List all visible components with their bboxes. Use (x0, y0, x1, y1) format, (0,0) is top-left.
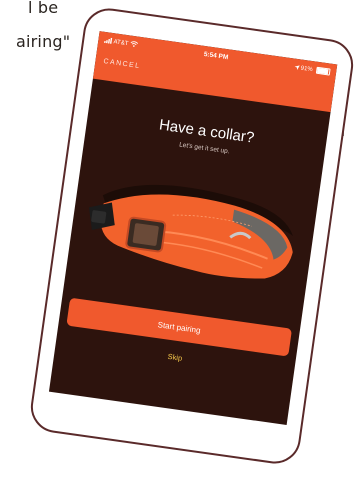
battery-icon (315, 66, 331, 76)
signal-icon (103, 38, 113, 45)
phone-device: AT&T 5:54 PM 91% CANCEL Have a collar? L… (27, 5, 356, 467)
background-text-line-1: l be (28, 0, 59, 17)
top-bar: AT&T 5:54 PM 91% CANCEL (92, 31, 338, 113)
phone-screen: AT&T 5:54 PM 91% CANCEL Have a collar? L… (48, 31, 338, 426)
battery-percent: 91% (300, 65, 313, 74)
cancel-button[interactable]: CANCEL (103, 58, 141, 70)
location-icon (294, 65, 300, 70)
status-right: 91% (293, 63, 331, 78)
status-time: 5:54 PM (203, 50, 229, 62)
status-bar: AT&T 5:54 PM 91% (103, 36, 331, 78)
status-left: AT&T (103, 36, 139, 51)
collar-image (88, 184, 293, 279)
background-text-line-2: airing" (16, 32, 71, 51)
stage: l be airing" n AT&T (0, 0, 356, 484)
carrier-label: AT&T (113, 39, 129, 48)
wifi-icon (130, 41, 138, 48)
